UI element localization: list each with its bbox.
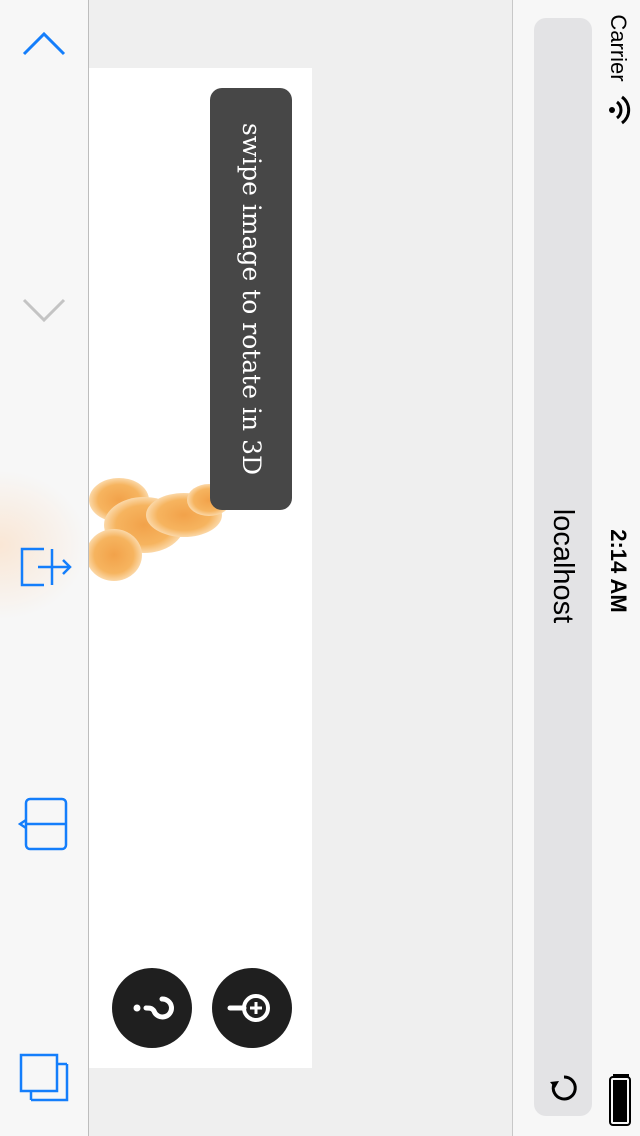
tabs-icon[interactable] [18, 1052, 72, 1106]
back-icon[interactable] [22, 30, 66, 60]
bookmarks-icon[interactable] [18, 796, 70, 852]
reload-icon[interactable] [548, 1072, 580, 1104]
share-icon[interactable] [18, 545, 76, 591]
battery-icon [609, 1074, 631, 1126]
status-time: 2:14 AM [606, 529, 631, 613]
zoom-in-button[interactable] [212, 968, 292, 1048]
carrier-label: Carrier [606, 14, 631, 82]
hint-text: swipe image to rotate in 3D [237, 122, 266, 476]
url-text[interactable]: localhost [547, 481, 579, 651]
zoom-in-icon [227, 994, 270, 1022]
forward-icon[interactable] [22, 296, 66, 326]
wifi-icon [609, 95, 631, 125]
help-icon [133, 996, 174, 1020]
help-button[interactable] [112, 968, 192, 1048]
